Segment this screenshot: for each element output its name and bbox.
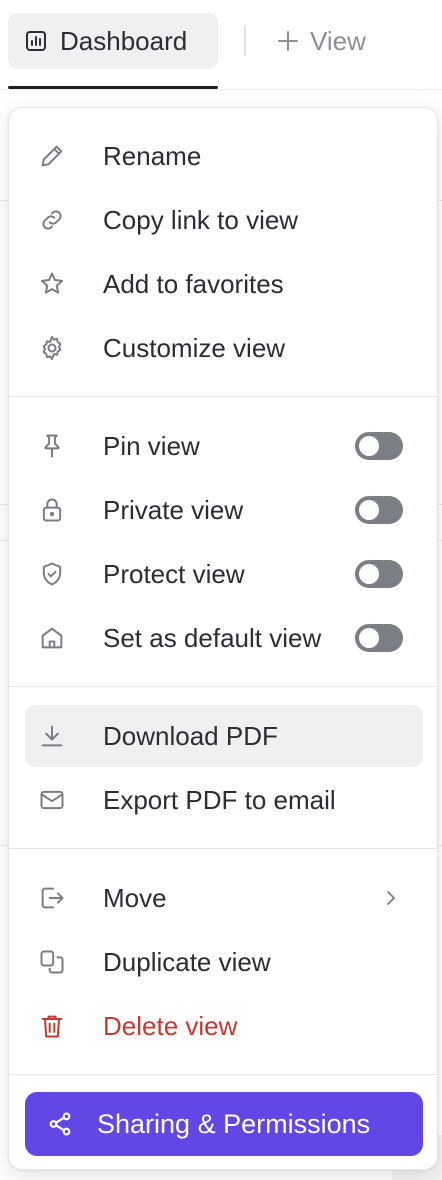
toggle-knob [359,564,379,584]
view-options-menu: Rename Copy link to view Add to favorite… [8,107,438,1170]
menu-item-customize-view[interactable]: Customize view [25,317,423,379]
add-view-label: View [310,25,366,56]
menu-item-export-pdf-email[interactable]: Export PDF to email [25,769,423,831]
dashboard-icon [24,29,48,53]
gear-icon [37,333,67,363]
sharing-permissions-label: Sharing & Permissions [97,1108,371,1139]
duplicate-icon [37,947,67,977]
menu-item-rename[interactable]: Rename [25,125,423,187]
private-view-toggle[interactable] [355,496,403,524]
download-icon [37,721,67,751]
view-tab-bar: Dashboard View [0,0,442,90]
pencil-icon [37,141,67,171]
pin-icon [37,431,67,461]
menu-item-move[interactable]: Move [25,867,423,929]
toggle-knob [359,436,379,456]
menu-item-private-view[interactable]: Private view [25,479,423,541]
menu-item-label: Download PDF [103,720,278,751]
menu-item-label: Rename [103,140,202,171]
tab-dashboard-label: Dashboard [60,25,188,56]
menu-item-add-favorites[interactable]: Add to favorites [25,253,423,315]
menu-item-label: Copy link to view [103,204,299,235]
trash-icon [37,1011,67,1041]
menu-item-label: Customize view [103,332,286,363]
star-icon [37,269,67,299]
shield-icon [37,559,67,589]
menu-item-label: Add to favorites [103,268,284,299]
menu-item-label: Set as default view [103,622,322,653]
menu-separator [9,686,437,687]
link-icon [37,205,67,235]
move-icon [37,883,67,913]
mail-icon [37,785,67,815]
lock-icon [37,495,67,525]
menu-item-duplicate-view[interactable]: Duplicate view [25,931,423,993]
menu-item-label: Duplicate view [103,946,271,977]
toggle-knob [359,500,379,520]
toggle-knob [359,628,379,648]
add-view-button[interactable]: View [276,13,366,69]
default-view-toggle[interactable] [355,624,403,652]
menu-item-protect-view[interactable]: Protect view [25,543,423,605]
menu-separator [9,848,437,849]
tab-bar-border [0,89,442,90]
home-icon [37,623,67,653]
menu-item-label: Private view [103,494,244,525]
menu-separator [9,1074,437,1075]
sharing-permissions-button[interactable]: Sharing & Permissions [25,1092,423,1156]
chevron-right-icon [379,886,403,910]
menu-item-copy-link[interactable]: Copy link to view [25,189,423,251]
plus-icon [276,29,300,53]
page: Dashboard View Rename Copy link to view … [0,0,442,1180]
tab-dashboard[interactable]: Dashboard [8,13,218,69]
tab-divider [244,26,246,56]
menu-item-delete-view[interactable]: Delete view [25,995,423,1057]
share-icon [47,1111,73,1137]
menu-separator [9,396,437,397]
menu-item-label: Export PDF to email [103,784,336,815]
menu-item-download-pdf[interactable]: Download PDF [25,705,423,767]
menu-item-default-view[interactable]: Set as default view [25,607,423,669]
pin-view-toggle[interactable] [355,432,403,460]
menu-item-label: Move [103,882,167,913]
menu-item-label: Protect view [103,558,245,589]
menu-item-label: Delete view [103,1010,238,1041]
protect-view-toggle[interactable] [355,560,403,588]
menu-item-pin-view[interactable]: Pin view [25,415,423,477]
menu-item-label: Pin view [103,430,200,461]
